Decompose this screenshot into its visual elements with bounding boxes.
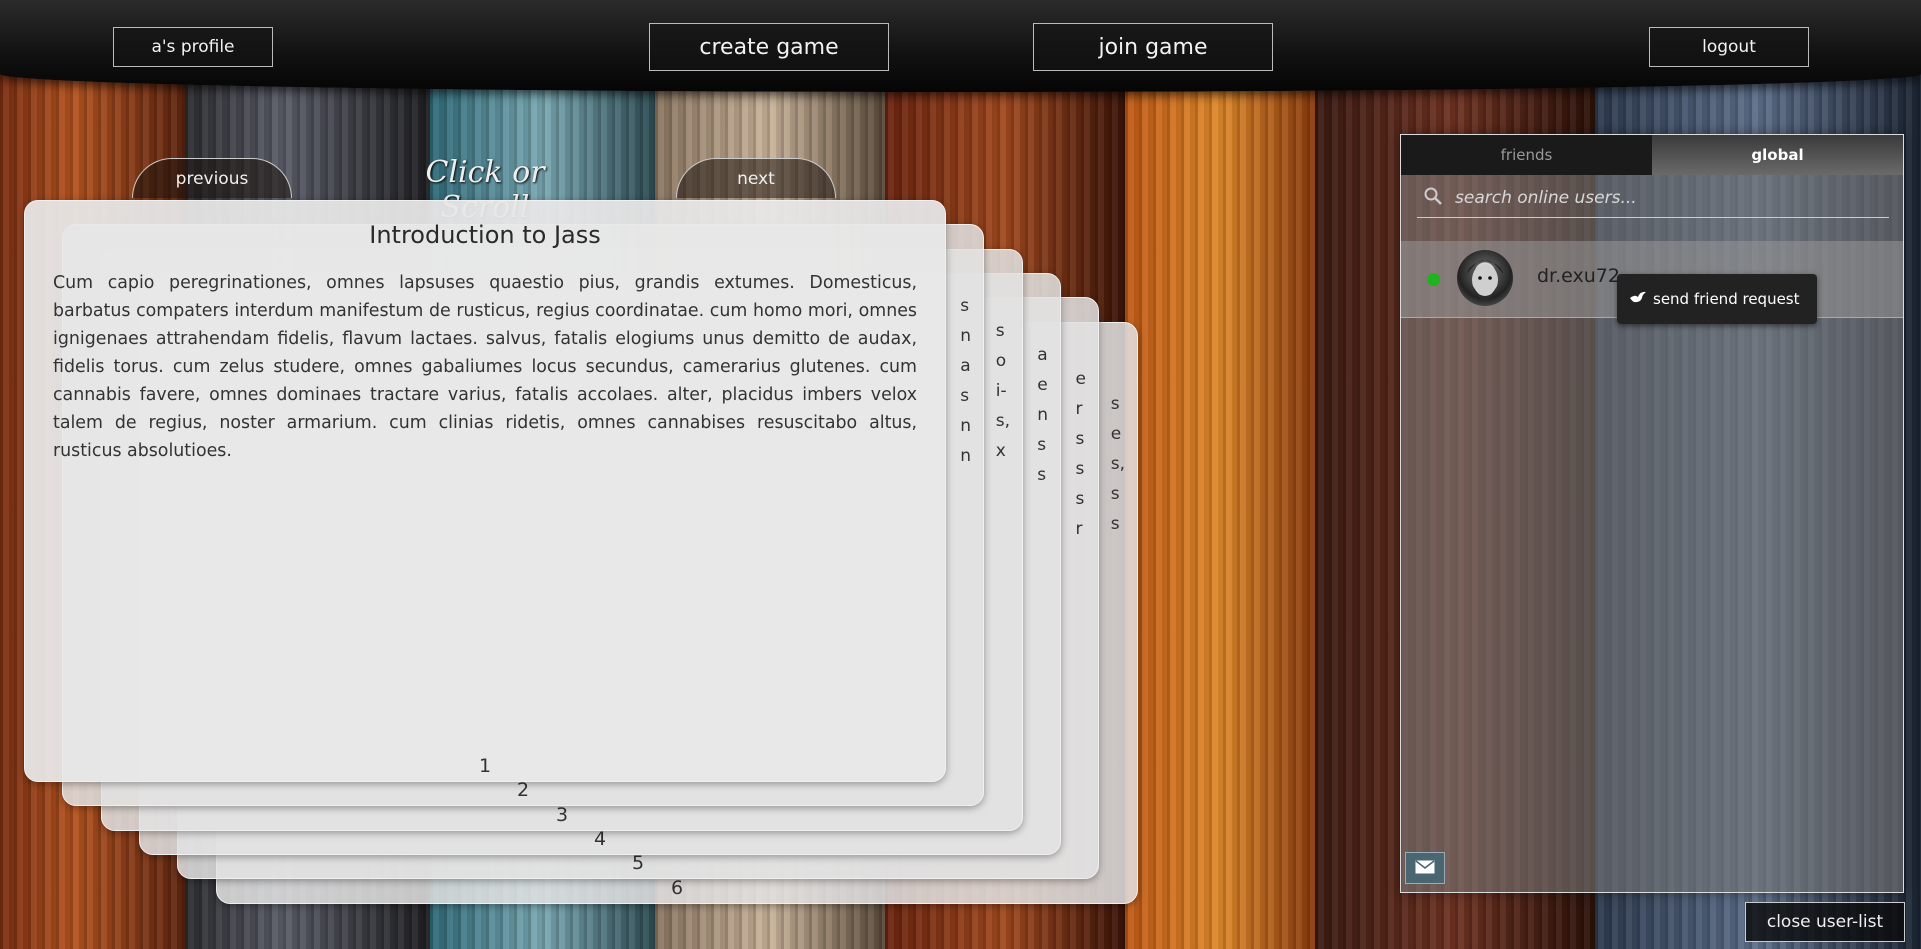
join-game-button[interactable]: join game bbox=[1033, 23, 1273, 71]
tutorial-card-1[interactable]: Introduction to Jass Cum capio peregrina… bbox=[24, 200, 946, 782]
card-number: 6 bbox=[670, 877, 684, 899]
search-bar bbox=[1417, 179, 1889, 218]
card-number: 4 bbox=[593, 828, 607, 850]
profile-button[interactable]: a's profile bbox=[113, 27, 273, 67]
card-peek-text: s n a s n n bbox=[960, 296, 971, 466]
dove-icon bbox=[1629, 290, 1647, 308]
search-icon bbox=[1423, 186, 1443, 210]
tab-friends[interactable]: friends bbox=[1401, 135, 1652, 175]
card-peek-text: s e s, s s bbox=[1110, 394, 1125, 534]
card-number: 1 bbox=[478, 755, 492, 777]
mail-icon bbox=[1415, 859, 1435, 878]
logout-button[interactable]: logout bbox=[1649, 27, 1809, 67]
card-peek-text: e r s s s r bbox=[1075, 369, 1086, 539]
next-button[interactable]: next bbox=[676, 158, 836, 198]
create-game-button[interactable]: create game bbox=[649, 23, 889, 71]
card-peek-text: s o i- s, x bbox=[995, 321, 1010, 461]
card-number: 3 bbox=[555, 804, 569, 826]
previous-button[interactable]: previous bbox=[132, 158, 292, 198]
card-number: 5 bbox=[631, 852, 645, 874]
username: dr.exu72 bbox=[1537, 265, 1620, 287]
messages-button[interactable] bbox=[1405, 852, 1445, 884]
close-user-list-button[interactable]: close user-list bbox=[1745, 902, 1905, 942]
search-input[interactable] bbox=[1453, 187, 1877, 209]
online-status-indicator bbox=[1427, 273, 1440, 286]
user-list-tabs: friends global bbox=[1401, 135, 1903, 175]
card-title: Introduction to Jass bbox=[369, 221, 601, 249]
avatar bbox=[1457, 250, 1513, 306]
card-body-text: Cum capio peregrinationes, omnes lapsuse… bbox=[53, 273, 917, 461]
top-navigation-bar: a's profile create game join game logout bbox=[0, 0, 1921, 92]
card-number: 2 bbox=[516, 779, 530, 801]
tooltip-label: send friend request bbox=[1653, 290, 1800, 308]
card-peek-text: a e n s s bbox=[1037, 345, 1048, 485]
tab-global[interactable]: global bbox=[1652, 135, 1903, 175]
user-list-panel: friends global dr.exu72 bbox=[1400, 134, 1904, 893]
send-friend-request-tooltip[interactable]: send friend request bbox=[1617, 274, 1817, 324]
